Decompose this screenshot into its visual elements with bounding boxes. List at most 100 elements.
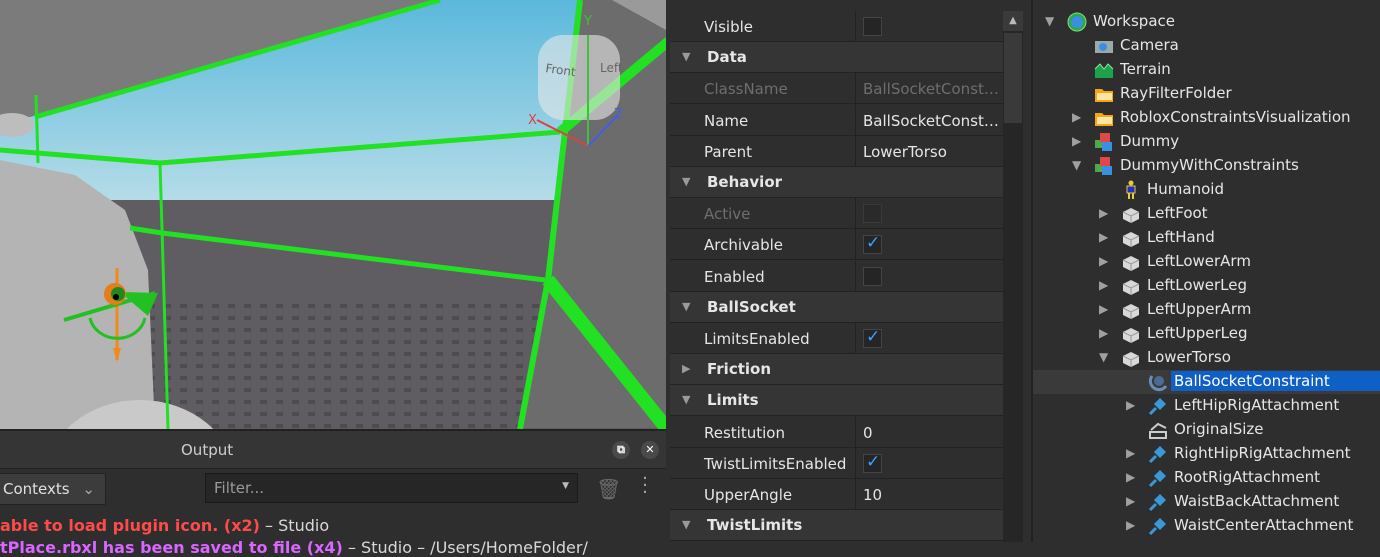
explorer-item-label: OriginalSize [1174, 420, 1264, 438]
explorer-item-rootrigattachment[interactable]: ▶ RootRigAttachment [1033, 466, 1380, 490]
collapsed-arrow-icon[interactable]: ▶ [1126, 398, 1135, 412]
explorer-item-label: LeftFoot [1147, 204, 1208, 222]
property-row-classname[interactable]: ClassName BallSocketConst… [670, 73, 1003, 105]
property-name: ClassName [704, 80, 788, 99]
property-checkbox[interactable] [863, 327, 882, 348]
collapsed-arrow-icon[interactable]: ▶ [1072, 110, 1081, 124]
explorer-item-lowertorso[interactable]: ▼ LowerTorso [1033, 346, 1380, 370]
property-row-twistlimitsenabled[interactable]: TwistLimitsEnabled [670, 447, 1003, 479]
explorer-item-originalsize[interactable]: OriginalSize [1033, 418, 1380, 442]
property-checkbox[interactable] [863, 452, 882, 473]
log-source: Studio – /Users/HomeFolder/ [361, 538, 588, 557]
properties-scrollbar[interactable]: ▲ [1003, 11, 1023, 542]
collapsed-arrow-icon[interactable]: ▶ [1099, 326, 1108, 340]
property-section-friction[interactable]: ▶ Friction [670, 354, 1003, 386]
more-options-icon[interactable]: · · · [640, 470, 650, 502]
log-separator: – [259, 516, 279, 535]
chevron-down-icon[interactable]: ▼ [682, 393, 690, 406]
property-value[interactable]: LowerTorso [855, 135, 1003, 166]
meshpart-icon [1121, 324, 1141, 344]
collapsed-arrow-icon[interactable]: ▶ [1126, 446, 1135, 460]
explorer-item-waistcenterattachment[interactable]: ▶ WaistCenterAttachment [1033, 514, 1380, 538]
property-row-visible[interactable]: Visible [670, 11, 1003, 42]
property-name: Visible [704, 18, 753, 36]
explorer-item-label: LeftHand [1147, 228, 1215, 246]
explorer-item-leftupperarm[interactable]: ▶ LeftUpperArm [1033, 298, 1380, 322]
camera-icon [1094, 36, 1114, 56]
attachment-icon [1148, 516, 1168, 536]
property-row-active[interactable]: Active [670, 198, 1003, 230]
terrain-icon [1094, 60, 1114, 80]
property-row-archivable[interactable]: Archivable [670, 229, 1003, 261]
dropdown-arrow-icon[interactable]: ▼ [562, 481, 569, 491]
explorer-item-robloxconstraintsvisualization[interactable]: ▶ RobloxConstraintsVisualization [1033, 106, 1380, 130]
explorer-item-lefthiprigattachment[interactable]: ▶ LeftHipRigAttachment [1033, 394, 1380, 418]
property-value[interactable]: 10 [855, 479, 1003, 509]
property-value[interactable]: BallSocketConst… [855, 104, 1003, 135]
property-row-limitsenabled[interactable]: LimitsEnabled [670, 323, 1003, 354]
explorer-item-leftupperleg[interactable]: ▶ LeftUpperLeg [1033, 322, 1380, 346]
expanded-arrow-icon[interactable]: ▼ [1072, 158, 1081, 172]
property-name: TwistLimitsEnabled [704, 454, 847, 473]
explorer-item-camera[interactable]: Camera [1033, 34, 1380, 58]
property-value [855, 323, 1003, 353]
explorer-item-label: LeftLowerLeg [1147, 276, 1247, 294]
contexts-dropdown[interactable]: Contexts ⌄ [0, 473, 106, 505]
property-row-parent[interactable]: Parent LowerTorso [670, 135, 1003, 167]
property-row-upperangle[interactable]: UpperAngle 10 [670, 479, 1003, 510]
explorer-item-terrain[interactable]: Terrain [1033, 58, 1380, 82]
explorer-item-waistbackattachment[interactable]: ▶ WaistBackAttachment [1033, 490, 1380, 514]
explorer-item-humanoid[interactable]: Humanoid [1033, 178, 1380, 202]
expanded-arrow-icon[interactable]: ▼ [1045, 14, 1054, 28]
explorer-item-workspace[interactable]: ▼ Workspace [1033, 10, 1380, 34]
property-row-name[interactable]: Name BallSocketConst… [670, 104, 1003, 136]
property-row-restitution[interactable]: Restitution 0 [670, 416, 1003, 448]
explorer-item-righthiprigattachment[interactable]: ▶ RightHipRigAttachment [1033, 442, 1380, 466]
collapsed-arrow-icon[interactable]: ▶ [1126, 518, 1135, 532]
scrollbar-thumb[interactable] [1004, 33, 1022, 123]
property-value[interactable]: 0 [855, 416, 1003, 447]
explorer-item-ballsocketconstraint[interactable]: BallSocketConstraint [1033, 370, 1380, 394]
collapsed-arrow-icon[interactable]: ▶ [1126, 494, 1135, 508]
chevron-down-icon[interactable]: ▼ [682, 50, 690, 63]
log-line: tPlace.rbxl has been saved to file (x4) … [0, 538, 588, 557]
explorer-item-dummywithconstraints[interactable]: ▼ DummyWithConstraints [1033, 154, 1380, 178]
explorer-item-leftfoot[interactable]: ▶ LeftFoot [1033, 202, 1380, 226]
property-value [855, 198, 1003, 229]
property-checkbox[interactable] [863, 266, 882, 286]
expanded-arrow-icon[interactable]: ▼ [1099, 350, 1108, 364]
explorer-item-leftlowerleg[interactable]: ▶ LeftLowerLeg [1033, 274, 1380, 298]
3d-viewport[interactable]: Front Left X Y Z [0, 0, 666, 429]
property-section-limits[interactable]: ▼ Limits [670, 385, 1003, 417]
explorer-item-rayfilterfolder[interactable]: RayFilterFolder [1033, 82, 1380, 106]
property-name: Name [704, 111, 749, 130]
property-section-behavior[interactable]: ▼ Behavior [670, 167, 1003, 198]
collapsed-arrow-icon[interactable]: ▶ [1099, 302, 1108, 316]
explorer-item-dummy[interactable]: ▶ Dummy [1033, 130, 1380, 154]
collapsed-arrow-icon[interactable]: ▶ [1099, 230, 1108, 244]
filter-input[interactable]: Filter... ▼ [205, 473, 578, 503]
chevron-down-icon[interactable]: ▼ [682, 300, 690, 313]
collapsed-arrow-icon[interactable]: ▶ [1099, 278, 1108, 292]
clear-output-trash-icon[interactable]: 🗑 [596, 477, 621, 501]
collapsed-arrow-icon[interactable]: ▶ [1072, 134, 1081, 148]
scroll-up-icon[interactable]: ▲ [1003, 11, 1023, 31]
close-icon[interactable]: ✕ [641, 441, 659, 459]
chevron-right-icon[interactable]: ▶ [682, 362, 690, 375]
property-section-twistlimits[interactable]: ▼ TwistLimits [670, 510, 1003, 542]
property-section-ballsocket[interactable]: ▼ BallSocket [670, 291, 1003, 323]
property-row-enabled[interactable]: Enabled [670, 260, 1003, 292]
collapsed-arrow-icon[interactable]: ▶ [1099, 254, 1108, 268]
chevron-down-icon[interactable]: ▼ [682, 175, 690, 188]
explorer-item-leftlowerarm[interactable]: ▶ LeftLowerArm [1033, 250, 1380, 274]
collapsed-arrow-icon[interactable]: ▶ [1126, 470, 1135, 484]
property-checkbox[interactable] [863, 17, 882, 36]
properties-panel: Visible ▼ Data ClassName BallSocketConst… Nam… [668, 0, 1024, 542]
explorer-item-label: LeftHipRigAttachment [1174, 396, 1340, 414]
chevron-down-icon[interactable]: ▼ [682, 518, 690, 531]
property-checkbox[interactable] [863, 233, 882, 255]
explorer-item-lefthand[interactable]: ▶ LeftHand [1033, 226, 1380, 250]
property-section-data[interactable]: ▼ Data [670, 42, 1003, 74]
collapsed-arrow-icon[interactable]: ▶ [1099, 206, 1108, 220]
undock-icon[interactable]: ⧉ [612, 441, 630, 459]
